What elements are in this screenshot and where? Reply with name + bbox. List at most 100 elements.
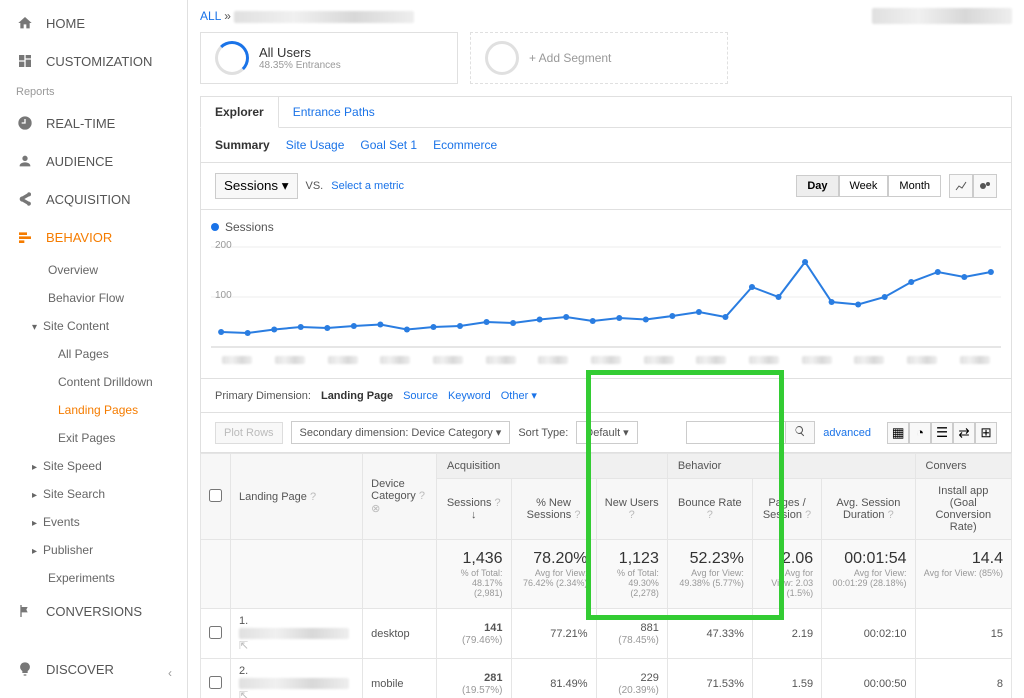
tab-explorer[interactable]: Explorer xyxy=(200,96,279,128)
nav-behavior-label: BEHAVIOR xyxy=(46,230,112,245)
nav-audience-label: AUDIENCE xyxy=(46,154,113,169)
dim-other[interactable]: Other ▾ xyxy=(501,389,537,402)
col-new-users[interactable]: New Users xyxy=(605,497,659,509)
row-checkbox[interactable] xyxy=(209,676,222,689)
col-pct-new[interactable]: % New Sessions xyxy=(527,497,572,521)
secondary-dimension-select[interactable]: Secondary dimension: Device Category ▾ xyxy=(291,421,511,444)
nav-customization[interactable]: CUSTOMIZATION xyxy=(0,42,187,80)
col-landing-page[interactable]: Landing Page xyxy=(239,491,307,503)
row-checkbox[interactable] xyxy=(209,626,222,639)
sub-overview[interactable]: Overview xyxy=(0,256,187,284)
nav-conversions-label: CONVERSIONS xyxy=(46,604,142,619)
subtab-goal1[interactable]: Goal Set 1 xyxy=(360,138,417,152)
sub-landing-pages[interactable]: Landing Pages xyxy=(0,396,187,424)
table-row[interactable]: 1. ⇱ desktop 141 (79.46%) 77.21% 881 (78… xyxy=(201,609,1012,659)
nav-realtime[interactable]: REAL-TIME xyxy=(0,104,187,142)
nav-home[interactable]: HOME xyxy=(0,4,187,42)
metric-sessions-btn[interactable]: Sessions ▾ xyxy=(215,173,298,199)
sub-publisher[interactable]: Publisher xyxy=(0,536,187,564)
col-sessions[interactable]: Sessions xyxy=(447,497,492,509)
subtab-ecommerce[interactable]: Ecommerce xyxy=(433,138,497,152)
flag-icon xyxy=(16,602,34,620)
advanced-link[interactable]: advanced xyxy=(823,427,871,439)
table-row[interactable]: 2. ⇱ mobile 281 (19.57%) 81.49% 229 (20.… xyxy=(201,659,1012,698)
time-day[interactable]: Day xyxy=(796,175,838,197)
nav-admin[interactable]: ADMIN xyxy=(0,688,187,698)
sub-site-speed[interactable]: Site Speed xyxy=(0,452,187,480)
share-icon xyxy=(16,190,34,208)
sub-exit-pages[interactable]: Exit Pages xyxy=(0,424,187,452)
table-controls: Plot Rows Secondary dimension: Device Ca… xyxy=(200,413,1012,453)
legend-sessions: Sessions xyxy=(225,220,274,234)
sub-site-search[interactable]: Site Search xyxy=(0,480,187,508)
sub-content-drilldown[interactable]: Content Drilldown xyxy=(0,368,187,396)
dim-landing-page[interactable]: Landing Page xyxy=(321,390,393,402)
clock-icon xyxy=(16,114,34,132)
circle-empty-icon xyxy=(485,41,519,75)
nav-audience[interactable]: AUDIENCE xyxy=(0,142,187,180)
table-view-pie-icon[interactable]: ◔ xyxy=(909,422,931,444)
sub-experiments[interactable]: Experiments xyxy=(0,564,187,592)
dimension-row: Primary Dimension: Landing Page Source K… xyxy=(200,379,1012,413)
person-icon xyxy=(16,152,34,170)
home-icon xyxy=(16,14,34,32)
y-tick-100: 100 xyxy=(215,290,232,301)
nav-home-label: HOME xyxy=(46,16,85,31)
segment-all-users[interactable]: All Users 48.35% Entrances xyxy=(200,32,458,84)
sub-events[interactable]: Events xyxy=(0,508,187,536)
col-pages-session[interactable]: Pages / Session xyxy=(763,497,806,521)
dim-keyword[interactable]: Keyword xyxy=(448,390,491,402)
time-month[interactable]: Month xyxy=(888,175,941,197)
sort-default-select[interactable]: Default ▾ xyxy=(576,421,637,444)
col-bounce[interactable]: Bounce Rate xyxy=(678,497,742,509)
search-input[interactable] xyxy=(686,421,786,444)
chart-controls: Sessions ▾ VS. Select a metric Day Week … xyxy=(200,162,1012,210)
table-view-data-icon[interactable]: ▦ xyxy=(887,422,909,444)
nav-discover-label: DISCOVER xyxy=(46,662,114,677)
nav-acquisition-label: ACQUISITION xyxy=(46,192,131,207)
col-group-acquisition: Acquisition xyxy=(437,454,668,479)
col-install[interactable]: Install app (Goal Conversion Rate) xyxy=(935,485,991,533)
segment-add[interactable]: + Add Segment xyxy=(470,32,728,84)
col-group-behavior: Behavior xyxy=(667,454,915,479)
chart-area: Sessions 200 100 xyxy=(200,210,1012,379)
subtab-site-usage[interactable]: Site Usage xyxy=(286,138,345,152)
tabs: Explorer Entrance Paths xyxy=(200,96,1012,127)
line-chart xyxy=(211,242,1001,352)
chart-view-line-icon[interactable] xyxy=(949,174,973,198)
subtabs: Summary Site Usage Goal Set 1 Ecommerce xyxy=(200,127,1012,162)
time-toggle: Day Week Month xyxy=(796,175,941,197)
search-button[interactable] xyxy=(786,421,815,444)
y-tick-200: 200 xyxy=(215,240,232,251)
sort-type-label: Sort Type: xyxy=(518,427,568,439)
sub-all-pages[interactable]: All Pages xyxy=(0,340,187,368)
dim-source[interactable]: Source xyxy=(403,390,438,402)
reports-section-label: Reports xyxy=(0,80,187,104)
breadcrumb-redacted xyxy=(234,11,414,23)
primary-dim-label: Primary Dimension: xyxy=(215,390,311,402)
table-view-pivot-icon[interactable]: ⊞ xyxy=(975,422,997,444)
nav-discover[interactable]: DISCOVER xyxy=(0,650,187,688)
table-view-compare-icon[interactable]: ⇄ xyxy=(953,422,975,444)
sub-site-content[interactable]: Site Content xyxy=(0,312,187,340)
nav-customization-label: CUSTOMIZATION xyxy=(46,54,152,69)
dashboard-icon xyxy=(16,52,34,70)
select-metric-link[interactable]: Select a metric xyxy=(331,180,404,192)
col-group-conversions: Convers xyxy=(915,454,1011,479)
breadcrumb-all[interactable]: ALL xyxy=(200,9,221,23)
select-all-checkbox[interactable] xyxy=(209,489,222,502)
sidebar-collapse[interactable]: ‹ xyxy=(160,658,180,688)
subtab-summary[interactable]: Summary xyxy=(215,138,270,152)
nav-conversions[interactable]: CONVERSIONS xyxy=(0,592,187,630)
nav-acquisition[interactable]: ACQUISITION xyxy=(0,180,187,218)
col-device-category[interactable]: Device Category xyxy=(371,478,416,502)
time-week[interactable]: Week xyxy=(839,175,889,197)
date-range-redacted[interactable] xyxy=(872,8,1012,24)
table-view-bar-icon[interactable]: ☰ xyxy=(931,422,953,444)
nav-behavior[interactable]: BEHAVIOR xyxy=(0,218,187,256)
breadcrumb: ALL » xyxy=(188,0,1024,32)
chart-view-motion-icon[interactable] xyxy=(973,174,997,198)
tab-entrance-paths[interactable]: Entrance Paths xyxy=(279,97,389,127)
breadcrumb-sep: » xyxy=(224,9,231,23)
sub-behavior-flow[interactable]: Behavior Flow xyxy=(0,284,187,312)
